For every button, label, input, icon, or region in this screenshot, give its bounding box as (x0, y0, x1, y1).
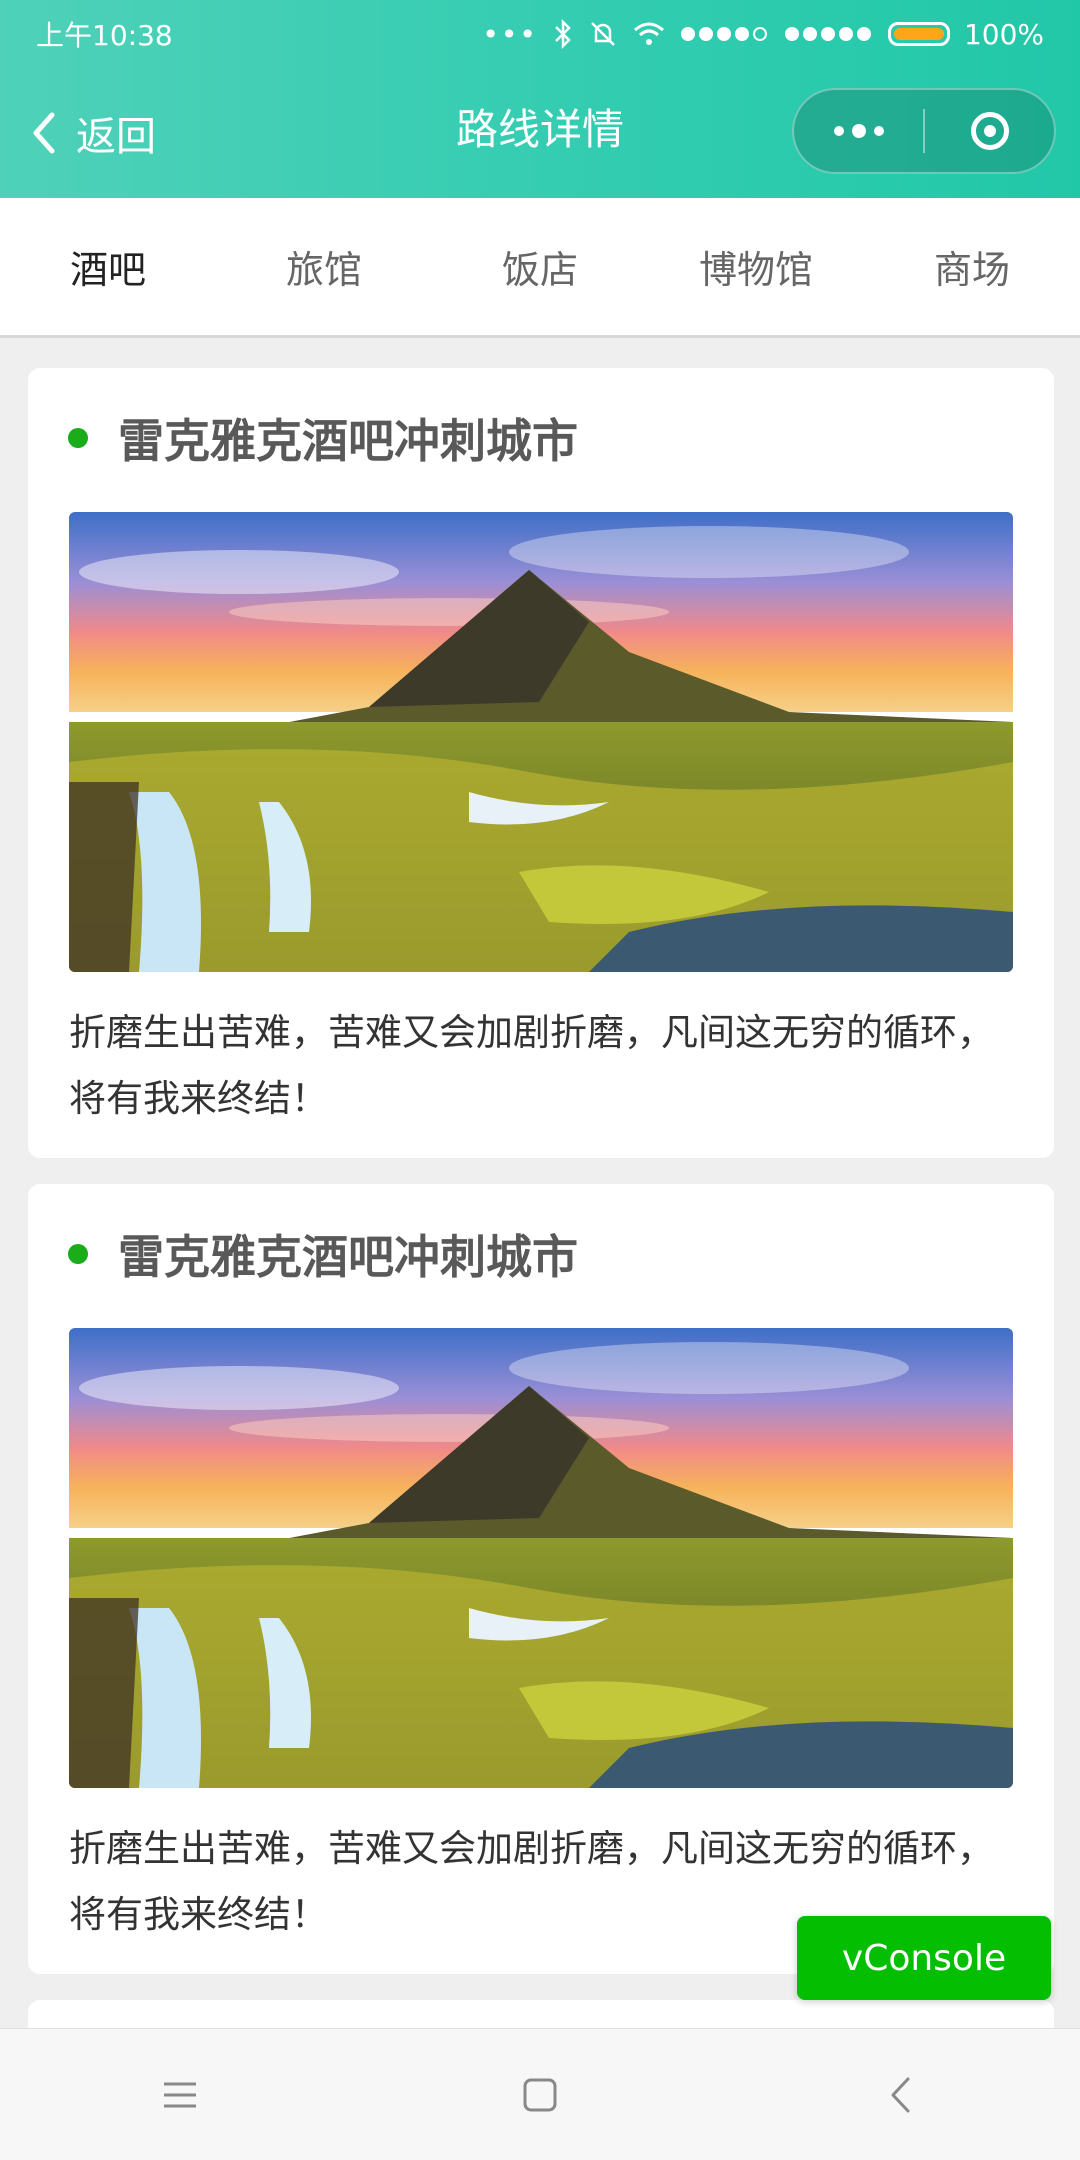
square-home-icon (523, 2078, 557, 2112)
menu-lines-icon (164, 2082, 196, 2108)
tab-museum[interactable]: 博物馆 (648, 198, 864, 335)
card-title-text: 雷克雅克酒吧冲刺城市 (118, 414, 578, 468)
navbar: 返回 路线详情 (0, 68, 1080, 198)
battery-percent: 100% (963, 17, 1044, 51)
card-description: 折磨生出苦难，苦难又会加剧折磨，凡间这无穷的循环，将有我来终结！ (69, 1011, 994, 1120)
landscape-image (69, 512, 1013, 972)
more-dots-icon: ••• (482, 17, 538, 51)
bullet-dot-icon (68, 1244, 88, 1264)
card-title: 雷克雅克酒吧冲刺城市 (68, 408, 578, 468)
landscape-image (69, 1328, 1013, 1788)
card-title-text: 雷克雅克酒吧冲刺城市 (118, 1230, 578, 1284)
tab-restaurant[interactable]: 饭店 (432, 198, 648, 335)
status-bar: 上午10:38 ••• 100% (0, 0, 1080, 68)
chevron-left-icon (891, 2077, 910, 2113)
header: 上午10:38 ••• 100% 返回 路线详情 (0, 0, 1080, 198)
card-image[interactable] (69, 512, 1013, 972)
wifi-icon (633, 22, 664, 45)
battery-icon (887, 22, 950, 46)
close-miniprogram-button[interactable] (925, 90, 1054, 172)
place-card[interactable]: 雷克雅克酒吧冲刺城市 折磨生出苦难，苦难又会加剧折磨，凡间这无穷的循环，将有我来… (28, 1184, 1054, 1974)
vconsole-button[interactable]: vConsole (797, 1916, 1051, 2000)
capsule-menu (792, 88, 1056, 174)
mute-bell-icon (591, 22, 615, 46)
target-circle-icon (970, 112, 1009, 150)
system-navigation-bar (0, 2028, 1080, 2160)
bullet-dot-icon (68, 428, 88, 448)
bluetooth-icon (555, 19, 571, 49)
home-button[interactable] (480, 2045, 600, 2145)
signal-1-icon (680, 27, 767, 41)
system-back-button[interactable] (840, 2045, 960, 2145)
more-button[interactable] (794, 90, 923, 172)
category-tabs: 酒吧 旅馆 饭店 博物馆 商场 (0, 198, 1080, 338)
tab-mall[interactable]: 商场 (864, 198, 1080, 335)
signal-2-icon (784, 27, 871, 41)
status-icons: ••• 100% (482, 18, 1044, 51)
place-card[interactable]: 雷克雅克酒吧冲刺城市 折磨生出苦难，苦难又会加剧折磨，凡间这无穷的循环，将有我来… (28, 368, 1054, 1158)
card-image[interactable] (69, 1328, 1013, 1788)
card-title: 雷克雅克酒吧冲刺城市 (68, 1224, 578, 1284)
tab-bar[interactable]: 酒吧 (0, 198, 216, 335)
status-time: 上午10:38 (36, 19, 173, 52)
tab-hostel[interactable]: 旅馆 (216, 198, 432, 335)
menu-button[interactable] (120, 2045, 240, 2145)
screen: 上午10:38 ••• 100% 返回 路线详情 酒吧 旅馆 饭店 博物馆 商场… (0, 0, 1080, 2160)
more-dots-icon (833, 124, 884, 138)
